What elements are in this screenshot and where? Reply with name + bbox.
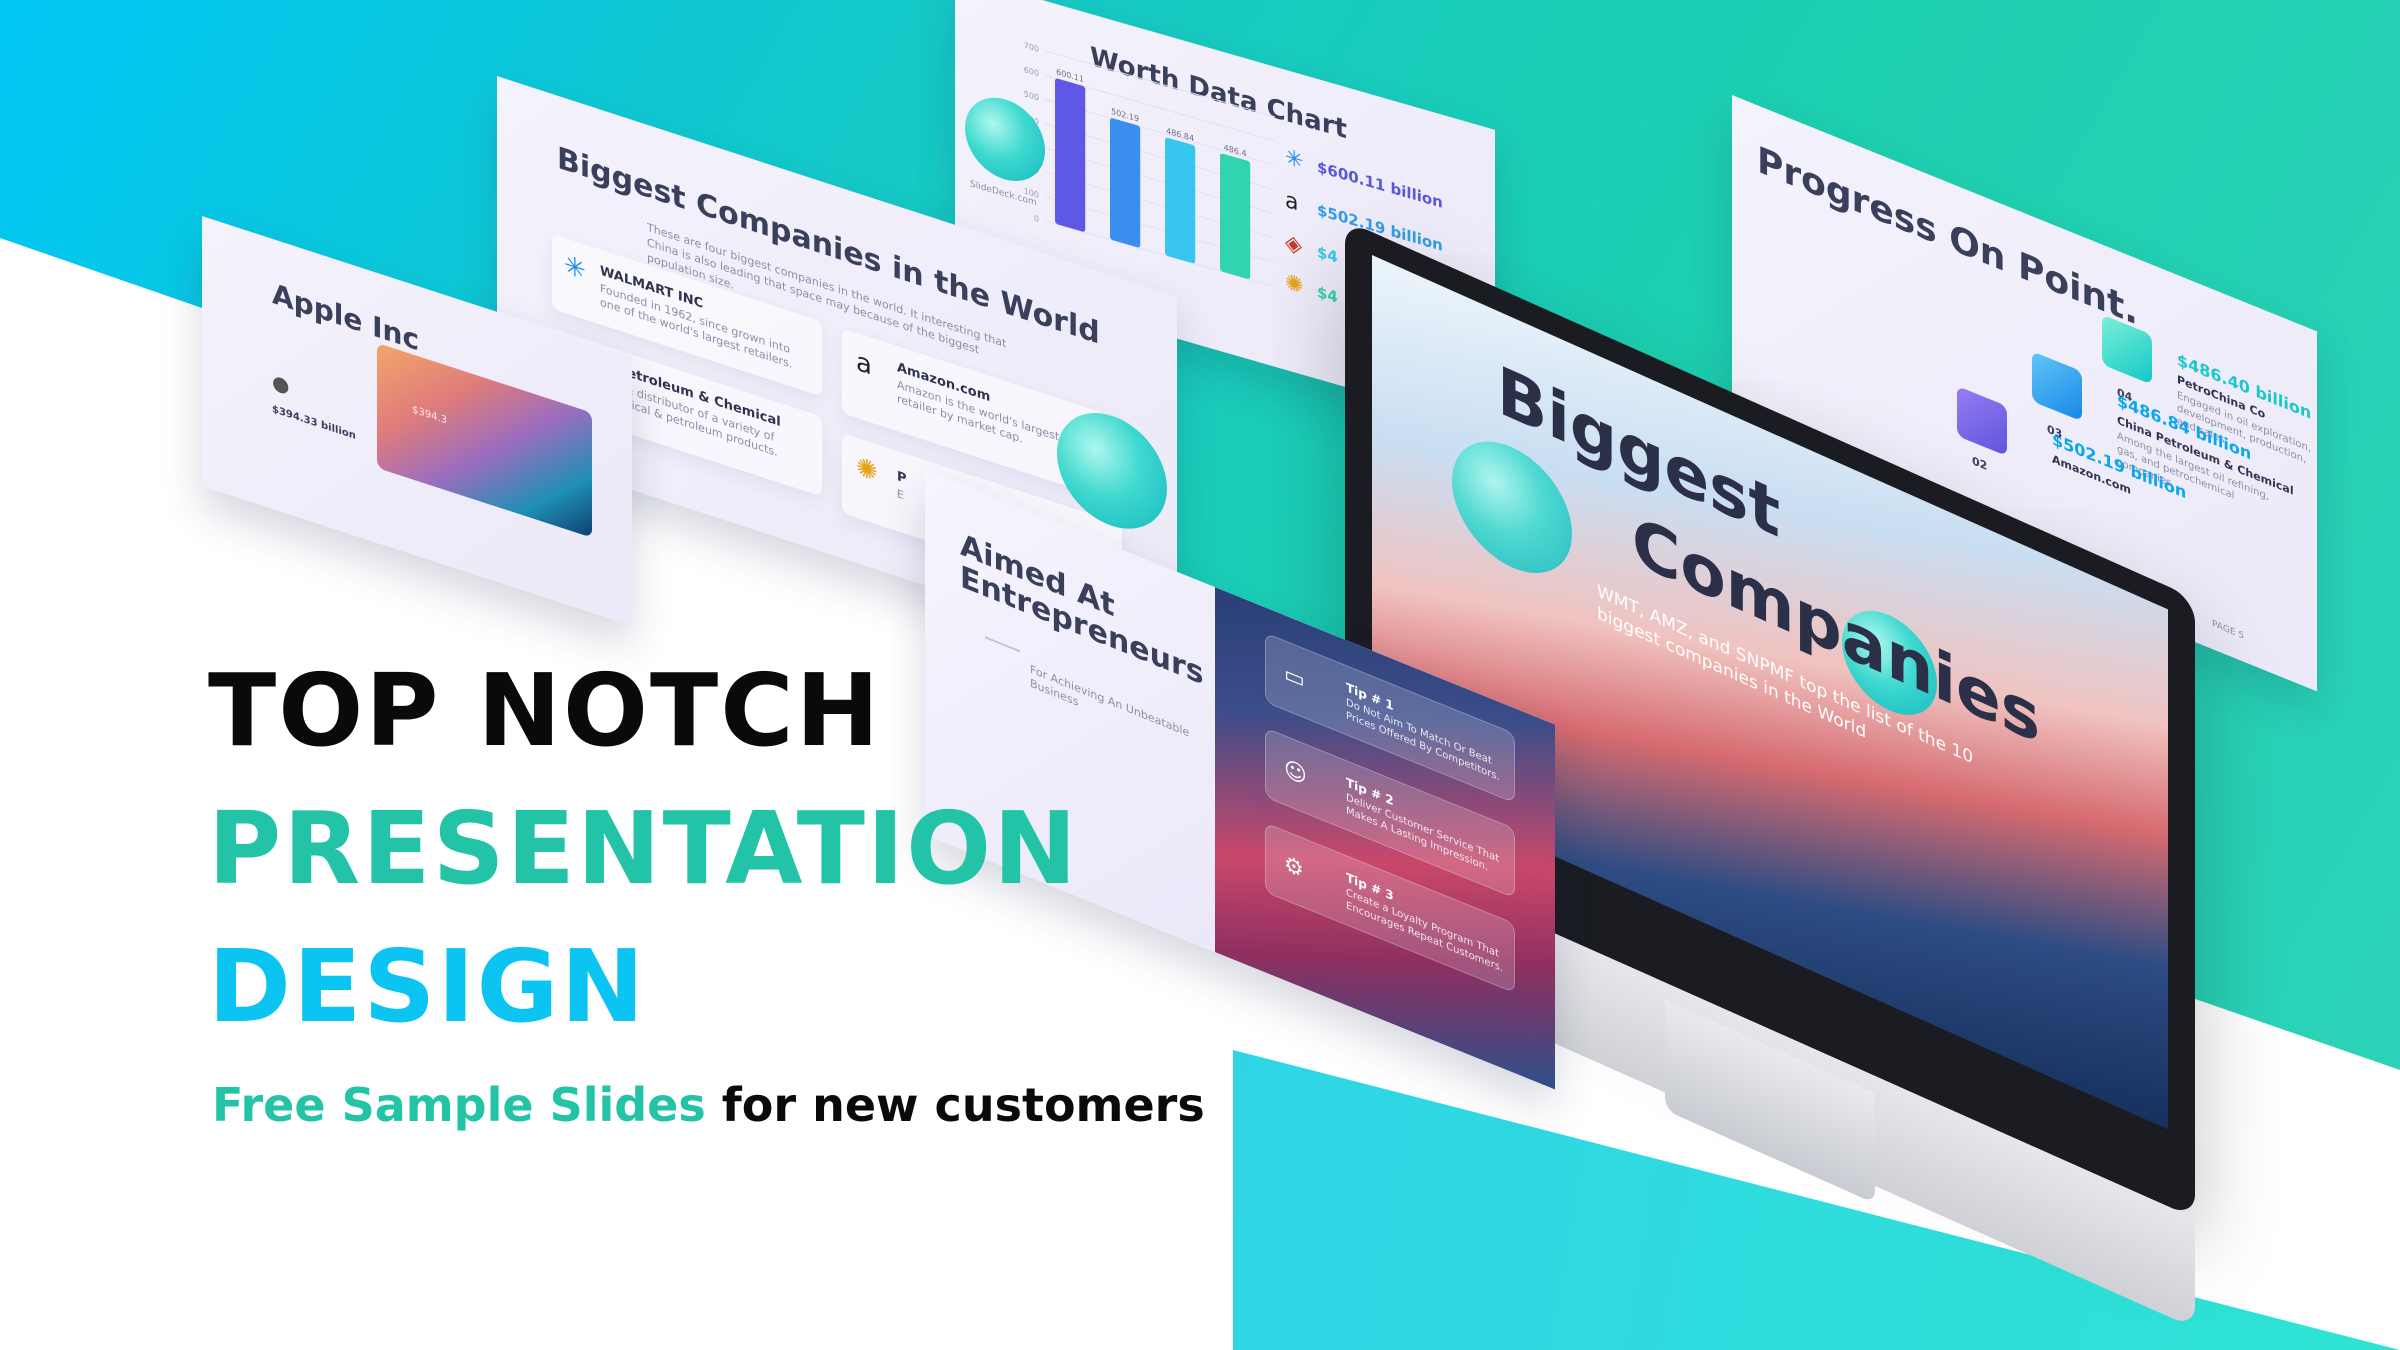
sinopec-icon: ◈ <box>1285 229 1302 260</box>
amazon-icon: a <box>1285 187 1299 217</box>
tagline-rest: for new customers <box>705 1078 1205 1132</box>
chart-bar <box>1055 78 1086 232</box>
company-name: P <box>897 468 907 488</box>
chart-bar <box>1220 153 1251 279</box>
chart-y-tick-label: 600 <box>1024 64 1039 78</box>
progress-step-02 <box>1957 385 2007 457</box>
legend-value-walmart: $600.11 billion <box>1317 157 1443 212</box>
tagline: Free Sample Slides for new customers <box>212 1078 1205 1132</box>
chart-y-tick-label: 0 <box>1034 213 1039 224</box>
tip-text: Create a Loyalty Program That Encourages… <box>1346 887 1504 975</box>
legend-value-petrochina: $4 <box>1317 282 1338 307</box>
walmart-spark-icon: ✳ <box>1285 144 1304 175</box>
headline-line-3: DESIGN <box>208 928 647 1045</box>
page-number: PAGE 5 <box>2212 618 2245 642</box>
amazon-icon: a <box>856 346 872 382</box>
money-icon: ▭ <box>1284 661 1305 695</box>
apple-icon: ● <box>272 368 290 399</box>
walmart-spark-icon: ✳ <box>564 249 586 287</box>
wave-image <box>377 342 592 538</box>
tagline-accent: Free Sample Slides <box>212 1078 706 1132</box>
progress-num: 02 <box>1972 453 1988 474</box>
progress-step-04 <box>2102 314 2152 385</box>
headline-line-2: PRESENTATION <box>208 790 1079 907</box>
progress-step-03 <box>2032 351 2082 422</box>
petrochina-icon: ✺ <box>856 451 878 489</box>
apple-amount: $394.33 billion <box>272 403 356 443</box>
chart-y-tick-label: 700 <box>1024 40 1039 54</box>
headline-line-1: TOP NOTCH <box>208 652 882 769</box>
chart-bar <box>1110 118 1141 248</box>
chart-y-tick-label: 500 <box>1024 88 1039 102</box>
petrochina-icon: ✺ <box>1285 269 1304 300</box>
apple-slide-title: Apple Inc <box>272 276 420 358</box>
company-desc: E <box>897 486 904 503</box>
divider <box>985 636 1020 653</box>
legend-value-sinopec: $4 <box>1317 242 1338 267</box>
chart-bar <box>1165 137 1196 264</box>
team-icon: ☺ <box>1284 756 1307 791</box>
loyalty-icon: ⚙ <box>1284 851 1304 885</box>
